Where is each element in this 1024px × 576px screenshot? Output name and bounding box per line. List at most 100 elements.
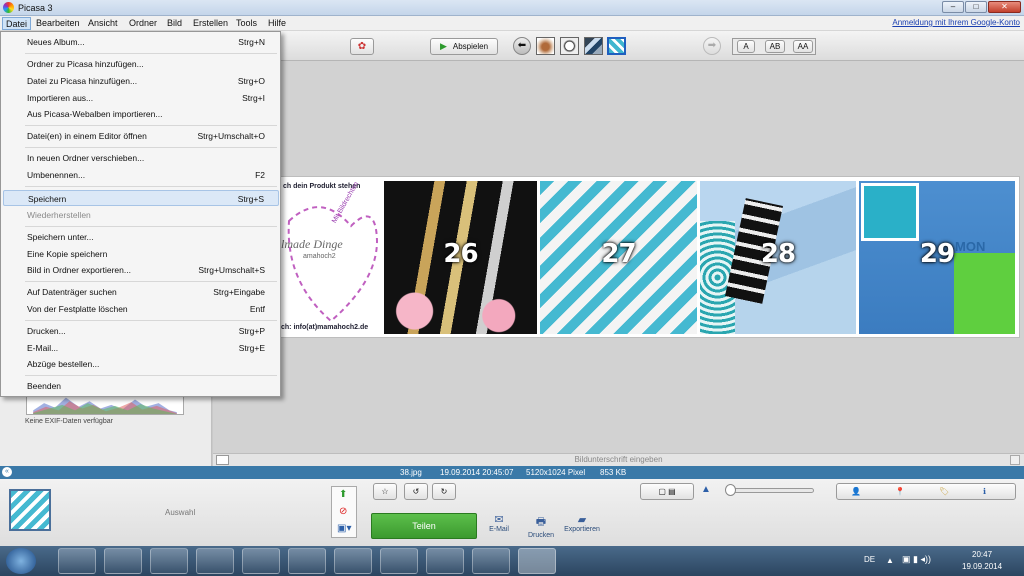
collapse-icon[interactable]: « [2,467,12,477]
thumbnail-4-selected[interactable] [607,37,626,55]
skype-taskbar-icon[interactable] [288,548,326,574]
prev-button[interactable]: ⬅ [513,37,531,55]
info-icon[interactable]: ℹ [983,484,986,499]
menu-bild[interactable]: Bild [164,17,185,30]
envelope-icon: ✉ [494,514,504,526]
thunderbird-taskbar-icon[interactable] [472,548,510,574]
play-icon: ▶ [439,41,447,51]
tray-expand-icon[interactable]: ▲ [886,556,894,565]
exif-info: Keine EXIF-Daten verfügbar [25,418,113,425]
thumbnail-2[interactable] [560,37,579,55]
print-action[interactable]: 🖶 Drucken [524,513,558,539]
menu-item-shortcut: Strg+P [238,326,265,336]
collage-button[interactable]: ✿ [350,38,374,55]
rotate-right-button[interactable]: ↻ [432,483,456,500]
thumbnail-1[interactable] [536,37,555,55]
menu-item-exit[interactable]: Beenden [3,378,279,394]
minimize-button[interactable]: – [942,1,964,13]
menu-ansicht[interactable]: Ansicht [85,17,121,30]
menu-item-email[interactable]: E-Mail... Strg+E [3,340,279,356]
menu-item-delete-from-disk[interactable]: Von der Festplatte löschen Entf [3,301,279,317]
album-dropdown-icon[interactable]: ▣▾ [337,523,351,534]
menu-hilfe[interactable]: Hilfe [265,17,289,30]
status-dimensions: 5120x1024 Pixel [526,468,586,477]
share-button[interactable]: Teilen [371,513,477,539]
caption-a-button[interactable]: A [737,40,755,53]
play-button[interactable]: ▶ Abspielen [430,38,498,55]
menu-item-label: In neuen Ordner verschieben... [27,153,145,163]
menu-item-save[interactable]: Speichern Strg+S [3,190,279,206]
menu-item-shortcut: Strg+N [238,37,265,47]
rotate-left-button[interactable]: ↺ [404,483,428,500]
status-size: 853 KB [600,468,627,477]
picasa-taskbar-icon[interactable] [518,548,556,574]
selection-thumbnail[interactable] [9,489,51,531]
next-button[interactable]: ➡ [703,37,721,55]
email-label: E-Mail [489,526,509,533]
caption-bar: Bildunterschrift eingeben [213,453,1024,466]
excel-taskbar-icon[interactable] [426,548,464,574]
sticky-notes-taskbar-icon[interactable] [104,548,142,574]
zoom-slider[interactable] [725,484,814,496]
menu-separator [25,375,277,376]
clear-icon[interactable]: ⊘ [339,506,347,517]
view-mode-toggle[interactable]: ▢ ▤ [640,483,694,500]
thumbnail-3[interactable] [584,37,603,55]
zoom-slider-handle[interactable] [725,484,736,496]
email-action[interactable]: ✉ E-Mail [484,513,514,533]
menu-item-label: Wiederherstellen [27,210,91,220]
inkscape-taskbar-icon[interactable] [242,548,280,574]
play-label: Abspielen [452,42,489,51]
menu-item-import-webalbums[interactable]: Aus Picasa-Webalben importieren... [3,106,279,122]
photo-viewer-taskbar-icon[interactable] [150,548,188,574]
clock-time[interactable]: 20:47 [972,550,992,559]
pin-icon[interactable]: ⬆ [339,489,347,500]
menu-item-order-prints[interactable]: Abzüge bestellen... [3,356,279,372]
clock-date[interactable]: 19.09.2014 [962,562,1002,571]
menu-erstellen[interactable]: Erstellen [190,17,231,30]
signin-link[interactable]: Anmeldung mit Ihrem Google-Konto [892,18,1020,27]
tag-icon[interactable]: 🏷 [939,484,949,499]
menu-item-new-album[interactable]: Neues Album... Strg+N [3,34,279,50]
location-pin-icon[interactable]: 📍 [895,484,905,499]
tray-icons[interactable]: ▣ ▮ ◂)) [902,554,931,565]
firefox-taskbar-icon[interactable] [196,548,234,574]
menu-bearbeiten[interactable]: Bearbeiten [33,17,83,30]
menu-datei[interactable]: Datei [2,17,32,30]
export-action[interactable]: ▰ Exportieren [561,513,603,533]
menu-item-import-from[interactable]: Importieren aus... Strg+I [3,90,279,106]
photo-strip[interactable]: ch dein Produkt stehen lmade Dinge amaho… [280,176,1020,338]
menu-separator [25,53,277,54]
menu-item-add-file[interactable]: Datei zu Picasa hinzufügen... Strg+O [3,73,279,89]
menu-item-restore[interactable]: Wiederherstellen [3,207,279,223]
kindle-taskbar-icon[interactable] [334,548,372,574]
language-indicator[interactable]: DE [864,555,875,564]
spotify-taskbar-icon[interactable] [380,548,418,574]
caption-ab-button[interactable]: AB [765,40,785,53]
caption-aa-button[interactable]: AA [793,40,813,53]
menu-item-save-copy[interactable]: Eine Kopie speichern [3,246,279,262]
close-button[interactable]: ✕ [988,1,1021,13]
selection-label: Auswahl [165,508,196,517]
menu-item-export-folder[interactable]: Bild in Ordner exportieren... Strg+Umscha… [3,262,279,278]
star-button[interactable]: ☆ [373,483,397,500]
menu-item-rename[interactable]: Umbenennen... F2 [3,167,279,183]
people-icon[interactable]: 👤 [851,484,861,499]
start-button[interactable] [6,548,36,574]
photo-tile-28: 28 [700,181,856,334]
caption-close-icon[interactable] [1010,455,1020,465]
menu-item-find-on-disk[interactable]: Auf Datenträger suchen Strg+Eingabe [3,284,279,300]
menu-item-print[interactable]: Drucken... Strg+P [3,323,279,339]
tray-tools: ⬆ ⊘ ▣▾ [331,486,357,538]
menu-item-save-as[interactable]: Speichern unter... [3,229,279,245]
maximize-button[interactable]: □ [965,1,987,13]
menu-item-move-folder[interactable]: In neuen Ordner verschieben... [3,150,279,166]
menu-item-open-editor[interactable]: Datei(en) in einem Editor öffnen Strg+Ums… [3,128,279,144]
menu-ordner[interactable]: Ordner [126,17,160,30]
caption-input[interactable]: Bildunterschrift eingeben [213,455,1024,464]
menu-tools[interactable]: Tools [233,17,260,30]
menu-item-shortcut: Strg+I [242,93,265,103]
explorer-taskbar-icon[interactable] [58,548,96,574]
export-folder-icon: ▰ [577,514,587,526]
menu-item-add-folder[interactable]: Ordner zu Picasa hinzufügen... [3,56,279,72]
